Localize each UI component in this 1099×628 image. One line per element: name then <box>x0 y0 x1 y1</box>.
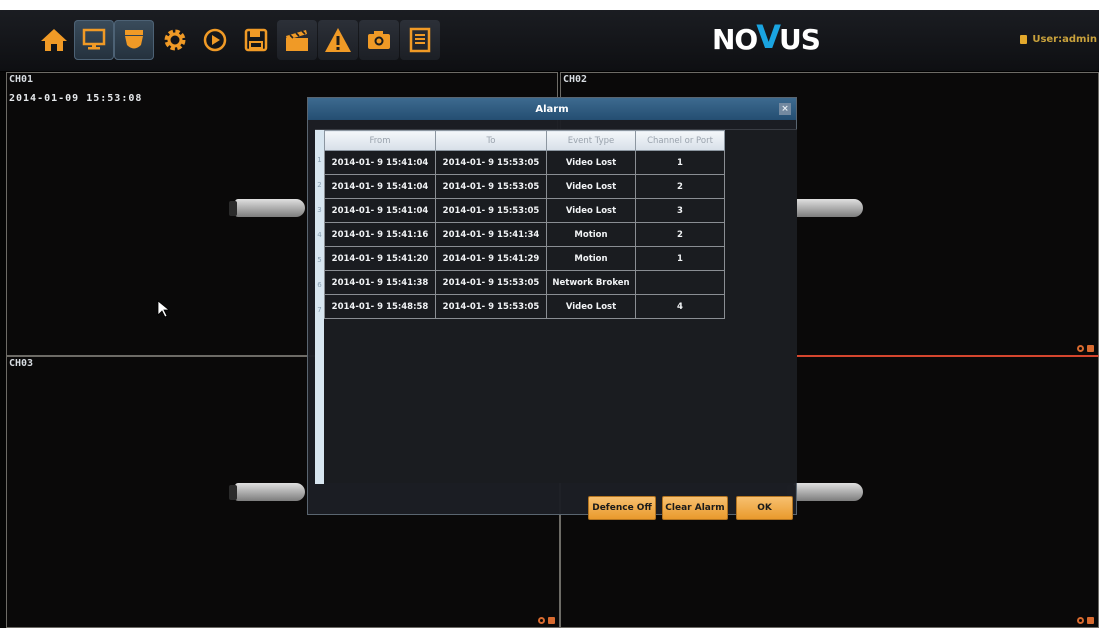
dialog-title-bar[interactable]: Alarm <box>308 98 796 120</box>
event-type-cell: Video Lost <box>546 174 636 199</box>
channel-label: CH03 <box>9 358 34 369</box>
to-cell: 2014-01- 9 15:41:34 <box>435 222 547 247</box>
row-number: 6 <box>317 281 322 289</box>
channel-status-icons <box>1077 345 1094 352</box>
channel-cell <box>635 270 725 295</box>
close-icon[interactable]: × <box>779 103 791 115</box>
record-icon[interactable] <box>548 617 555 624</box>
logo-text-right: US <box>779 23 821 56</box>
ptz-camera-icon[interactable] <box>114 20 154 60</box>
column-header-event-type[interactable]: Event Type <box>546 130 636 151</box>
alarm-table-container: From To Event Type Channel or Port 2014-… <box>315 129 797 484</box>
column-header-to[interactable]: To <box>435 130 547 151</box>
table-row[interactable]: 2014-01- 9 15:41:04 2014-01- 9 15:53:05 … <box>324 150 725 175</box>
event-type-cell: Video Lost <box>546 294 636 319</box>
user-label: User:admin <box>1032 34 1097 45</box>
event-type-cell: Motion <box>546 246 636 271</box>
to-cell: 2014-01- 9 15:53:05 <box>435 150 547 175</box>
channel-cell: 1 <box>635 150 725 175</box>
table-header-row: From To Event Type Channel or Port <box>324 130 725 151</box>
row-number: 3 <box>317 206 322 214</box>
alarm-dialog: Alarm × From To Event Type Channel or Po… <box>307 97 797 520</box>
row-number: 5 <box>317 256 322 264</box>
channel-cell: 3 <box>635 198 725 223</box>
camera-icon[interactable] <box>359 20 399 60</box>
from-cell: 2014-01- 9 15:41:16 <box>324 222 436 247</box>
gear-icon[interactable] <box>155 20 195 60</box>
novus-logo: NO V US <box>712 18 821 56</box>
save-icon[interactable] <box>236 20 276 60</box>
column-header-channel[interactable]: Channel or Port <box>635 130 725 151</box>
table-row[interactable]: 2014-01- 9 15:41:16 2014-01- 9 15:41:34 … <box>324 222 725 247</box>
defence-off-button[interactable]: Defence Off <box>588 496 656 520</box>
channel-label: CH01 <box>9 74 34 85</box>
event-type-cell: Motion <box>546 222 636 247</box>
to-cell: 2014-01- 9 15:53:05 <box>435 198 547 223</box>
to-cell: 2014-01- 9 15:53:05 <box>435 294 547 319</box>
alarm-table: From To Event Type Channel or Port 2014-… <box>324 130 725 319</box>
column-header-from[interactable]: From <box>324 130 436 151</box>
record-icon[interactable] <box>1087 345 1094 352</box>
table-row[interactable]: 2014-01- 9 15:41:20 2014-01- 9 15:41:29 … <box>324 246 725 271</box>
event-type-cell: Video Lost <box>546 198 636 223</box>
zoom-icon[interactable] <box>1077 345 1084 352</box>
channel-cell: 4 <box>635 294 725 319</box>
row-number: 1 <box>317 156 322 164</box>
event-type-cell: Video Lost <box>546 150 636 175</box>
channel-cell: 2 <box>635 174 725 199</box>
dvr-screen: NO V US User:admin CH01 2014-01-09 15:53:0… <box>0 10 1099 628</box>
to-cell: 2014-01- 9 15:53:05 <box>435 174 547 199</box>
from-cell: 2014-01- 9 15:41:04 <box>324 198 436 223</box>
channel-cell: 1 <box>635 246 725 271</box>
log-icon[interactable] <box>400 20 440 60</box>
channel-timestamp: 2014-01-09 15:53:08 <box>9 93 143 104</box>
clapper-icon[interactable] <box>277 20 317 60</box>
from-cell: 2014-01- 9 15:41:04 <box>324 174 436 199</box>
row-number: 7 <box>317 306 322 314</box>
dialog-title: Alarm <box>535 103 569 115</box>
record-icon[interactable] <box>1087 617 1094 624</box>
channel-cell: 2 <box>635 222 725 247</box>
row-number: 2 <box>317 181 322 189</box>
event-type-cell: Network Broken <box>546 270 636 295</box>
to-cell: 2014-01- 9 15:53:05 <box>435 270 547 295</box>
zoom-icon[interactable] <box>538 617 545 624</box>
from-cell: 2014-01- 9 15:41:20 <box>324 246 436 271</box>
table-row[interactable]: 2014-01- 9 15:41:38 2014-01- 9 15:53:05 … <box>324 270 725 295</box>
logo-text-left: NO <box>712 23 758 56</box>
from-cell: 2014-01- 9 15:41:04 <box>324 150 436 175</box>
lock-icon <box>1020 35 1028 44</box>
logo-text-v: V <box>756 18 781 56</box>
user-indicator[interactable]: User:admin <box>1020 34 1097 45</box>
table-row[interactable]: 2014-01- 9 15:41:04 2014-01- 9 15:53:05 … <box>324 198 725 223</box>
channel-status-icons <box>1077 617 1094 624</box>
table-row[interactable]: 2014-01- 9 15:48:58 2014-01- 9 15:53:05 … <box>324 294 725 319</box>
zoom-icon[interactable] <box>1077 617 1084 624</box>
home-icon[interactable] <box>34 20 74 60</box>
channel-status-icons <box>538 617 555 624</box>
alarm-icon[interactable] <box>318 20 358 60</box>
main-toolbar: NO V US User:admin <box>0 10 1099 72</box>
table-row[interactable]: 2014-01- 9 15:41:04 2014-01- 9 15:53:05 … <box>324 174 725 199</box>
playback-icon[interactable] <box>195 20 235 60</box>
ok-button[interactable]: OK <box>736 496 793 520</box>
row-number: 4 <box>317 231 322 239</box>
to-cell: 2014-01- 9 15:41:29 <box>435 246 547 271</box>
channel-label: CH02 <box>563 74 588 85</box>
mouse-cursor-icon <box>157 300 171 318</box>
from-cell: 2014-01- 9 15:41:38 <box>324 270 436 295</box>
monitor-icon[interactable] <box>74 20 114 60</box>
from-cell: 2014-01- 9 15:48:58 <box>324 294 436 319</box>
clear-alarm-button[interactable]: Clear Alarm <box>662 496 728 520</box>
